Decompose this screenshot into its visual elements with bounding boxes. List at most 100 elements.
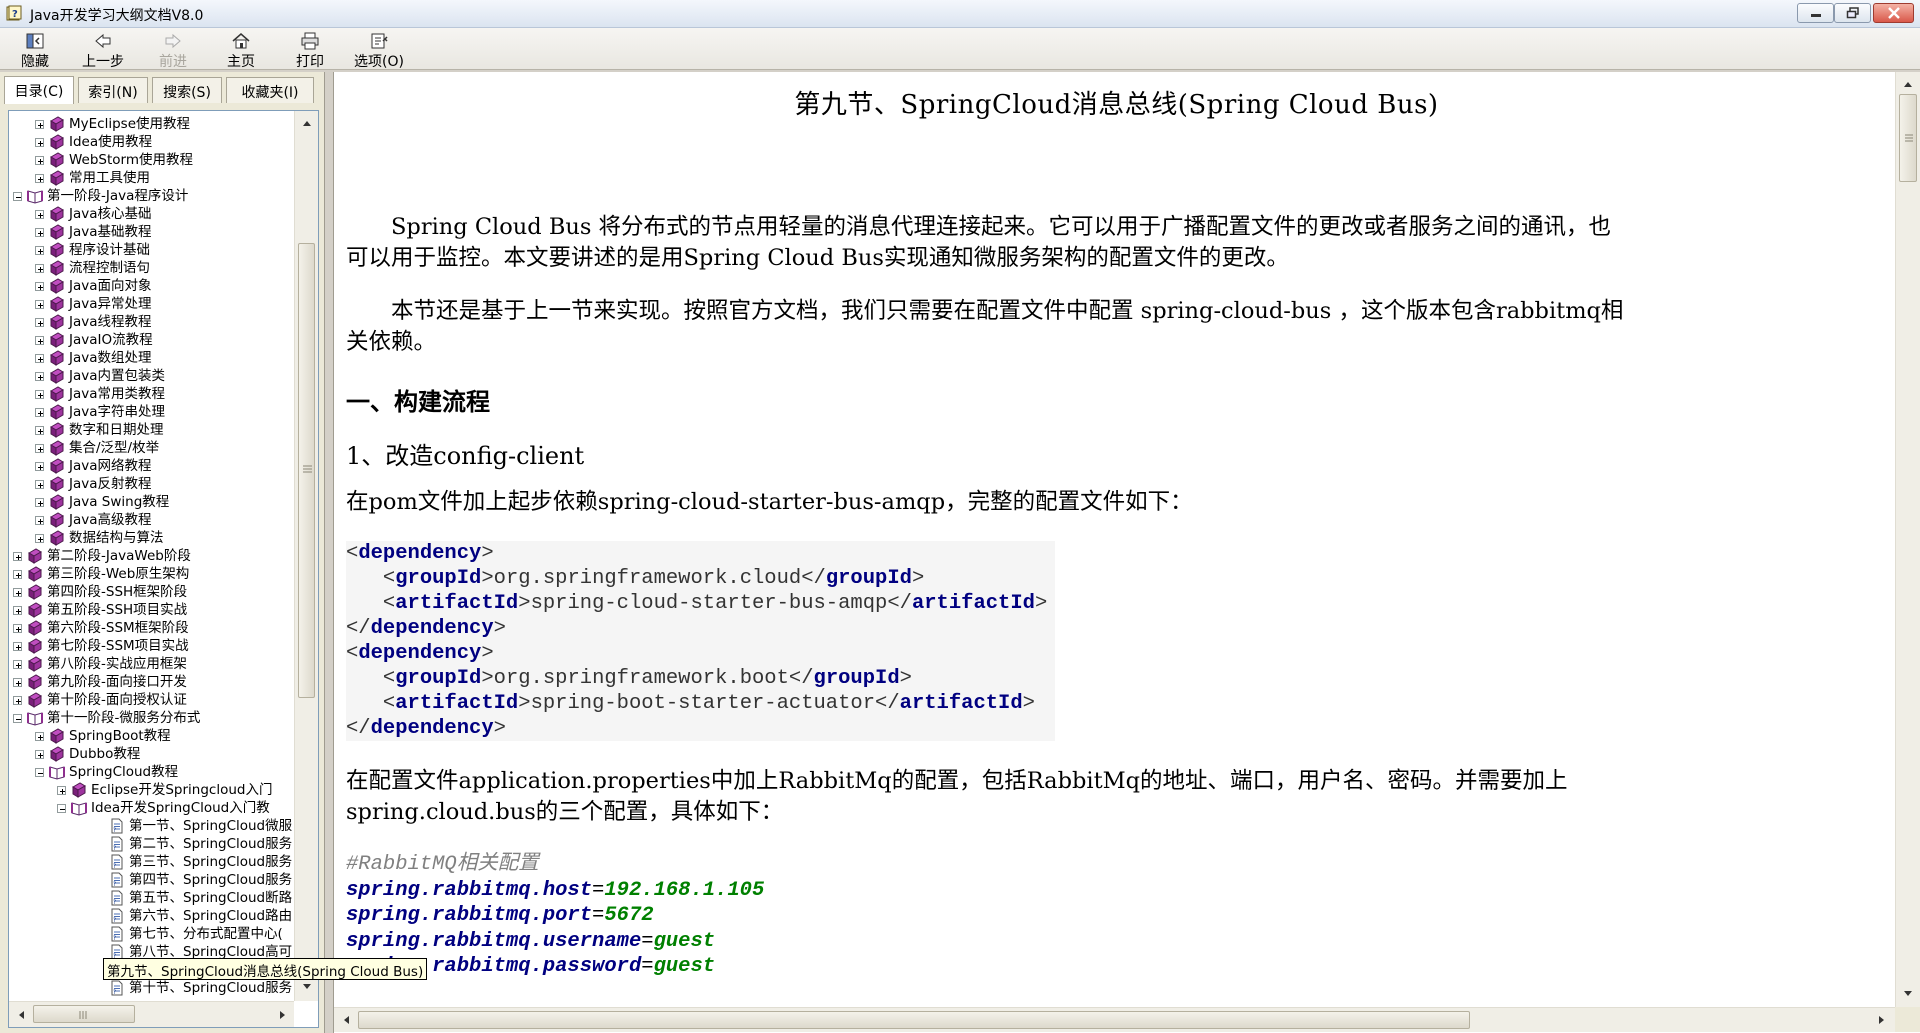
- grip-icon: [303, 465, 312, 473]
- expand-plus-icon[interactable]: [13, 696, 22, 705]
- svg-text:?: ?: [113, 989, 116, 996]
- expand-plus-icon[interactable]: [35, 210, 44, 219]
- tree-scroll-thumb[interactable]: [298, 243, 315, 698]
- svg-text:?: ?: [113, 899, 116, 906]
- expand-plus-icon[interactable]: [35, 246, 44, 255]
- expand-plus-icon[interactable]: [35, 732, 44, 741]
- collapse-minus-icon[interactable]: [57, 804, 66, 813]
- expand-plus-icon[interactable]: [13, 588, 22, 597]
- content-scroll-thumb[interactable]: [1899, 94, 1917, 182]
- expand-plus-icon[interactable]: [35, 282, 44, 291]
- tree-node-label: Java字符串处理: [69, 404, 166, 420]
- expand-plus-icon[interactable]: [35, 138, 44, 147]
- scroll-up-arrow-icon[interactable]: [1897, 74, 1919, 94]
- expand-plus-icon[interactable]: [35, 354, 44, 363]
- expand-plus-icon[interactable]: [35, 534, 44, 543]
- xml-tag: dependency: [370, 617, 494, 640]
- tree-horizontal-scrollbar[interactable]: [9, 1001, 294, 1027]
- scroll-down-arrow-icon[interactable]: [1897, 984, 1919, 1004]
- expand-plus-icon[interactable]: [13, 624, 22, 633]
- tab-search[interactable]: 搜索(S): [152, 77, 222, 103]
- expand-plus-icon[interactable]: [35, 480, 44, 489]
- hide-button[interactable]: 隐藏: [2, 30, 68, 70]
- expand-plus-icon[interactable]: [35, 156, 44, 165]
- tab-favorites[interactable]: 收藏夹(I): [226, 77, 314, 103]
- tree-node-label: 第七节、分布式配置中心(: [129, 926, 283, 942]
- expand-plus-icon[interactable]: [13, 642, 22, 651]
- minimize-button[interactable]: [1797, 3, 1834, 23]
- expand-plus-icon[interactable]: [35, 426, 44, 435]
- expand-plus-icon[interactable]: [35, 498, 44, 507]
- forward-button[interactable]: 前进: [140, 30, 206, 70]
- code-line: </dependency>: [346, 616, 1047, 641]
- open-book-icon: [27, 710, 43, 726]
- expand-plus-icon[interactable]: [35, 120, 44, 129]
- content-horizontal-scrollbar[interactable]: [334, 1007, 1895, 1032]
- expand-plus-icon[interactable]: [35, 372, 44, 381]
- closed-book-icon: [49, 134, 65, 150]
- expand-plus-icon[interactable]: [35, 390, 44, 399]
- grip-icon: [79, 1011, 87, 1019]
- collapse-minus-icon[interactable]: [35, 768, 44, 777]
- page-icon: ?: [109, 872, 125, 888]
- collapse-minus-icon[interactable]: [13, 714, 22, 723]
- content-vertical-scrollbar[interactable]: [1895, 72, 1920, 1007]
- expand-plus-icon[interactable]: [13, 570, 22, 579]
- collapse-minus-icon[interactable]: [13, 192, 22, 201]
- xml-tag: artifactId: [395, 692, 519, 715]
- code-line: <groupId>org.springframework.cloud</grou…: [346, 566, 1047, 591]
- tree-hscroll-thumb[interactable]: [33, 1005, 135, 1023]
- expand-plus-icon[interactable]: [35, 462, 44, 471]
- expand-plus-icon[interactable]: [35, 174, 44, 183]
- intro-line-1: Spring Cloud Bus 将分布式的节点用轻量的消息代理连接起来。它可以…: [346, 214, 1612, 240]
- xml-token: <: [346, 542, 359, 565]
- tree-node-label: 常用工具使用: [69, 170, 150, 186]
- tree-node-label: 第四阶段-SSH框架阶段: [47, 584, 188, 600]
- print-button[interactable]: 打印: [277, 30, 343, 70]
- closed-book-icon: [49, 728, 65, 744]
- closed-book-icon: [27, 584, 43, 600]
- expand-plus-icon[interactable]: [35, 318, 44, 327]
- expand-plus-icon[interactable]: [13, 606, 22, 615]
- expand-plus-icon[interactable]: [35, 516, 44, 525]
- expand-plus-icon[interactable]: [13, 660, 22, 669]
- tree-vertical-scrollbar[interactable]: [294, 111, 318, 1001]
- scroll-left-arrow-icon[interactable]: [336, 1010, 358, 1030]
- xml-token: >: [911, 567, 925, 590]
- back-button[interactable]: 上一步: [70, 30, 136, 70]
- expand-plus-icon[interactable]: [35, 750, 44, 759]
- scroll-down-arrow-icon[interactable]: [296, 977, 318, 997]
- expand-plus-icon[interactable]: [57, 786, 66, 795]
- code-line: <groupId>org.springframework.boot</group…: [346, 666, 1047, 691]
- code-comment: #RabbitMQ相关配置: [346, 853, 539, 876]
- tree-node-label: Java高级教程: [69, 512, 152, 528]
- home-button[interactable]: 主页: [208, 30, 274, 70]
- expand-plus-icon[interactable]: [35, 300, 44, 309]
- close-button[interactable]: [1873, 3, 1914, 23]
- tab-index[interactable]: 索引(N): [78, 77, 148, 103]
- options-button[interactable]: 选项(O): [346, 30, 412, 70]
- expand-plus-icon[interactable]: [35, 408, 44, 417]
- scroll-right-arrow-icon[interactable]: [1870, 1010, 1892, 1030]
- expand-plus-icon[interactable]: [35, 444, 44, 453]
- expand-plus-icon[interactable]: [35, 228, 44, 237]
- scroll-up-arrow-icon[interactable]: [296, 113, 318, 133]
- expand-plus-icon[interactable]: [13, 678, 22, 687]
- tree-node-label: Java常用类教程: [69, 386, 166, 402]
- closed-book-icon: [49, 332, 65, 348]
- expand-plus-icon[interactable]: [35, 264, 44, 273]
- closed-book-icon: [49, 440, 65, 456]
- tab-contents[interactable]: 目录(C): [4, 76, 74, 104]
- maximize-button[interactable]: [1834, 3, 1871, 23]
- closed-book-icon: [27, 602, 43, 618]
- xml-token: </: [875, 692, 900, 715]
- scroll-left-arrow-icon[interactable]: [11, 1005, 33, 1025]
- scroll-right-arrow-icon[interactable]: [271, 1005, 293, 1025]
- xml-tag: groupId: [395, 567, 482, 590]
- expand-plus-icon[interactable]: [35, 336, 44, 345]
- content-hscroll-thumb[interactable]: [358, 1011, 1470, 1029]
- expand-plus-icon[interactable]: [13, 552, 22, 561]
- options-icon: [371, 33, 388, 49]
- toolbar: 隐藏 上一步 前进 主页 打印 选项(O): [0, 28, 1920, 70]
